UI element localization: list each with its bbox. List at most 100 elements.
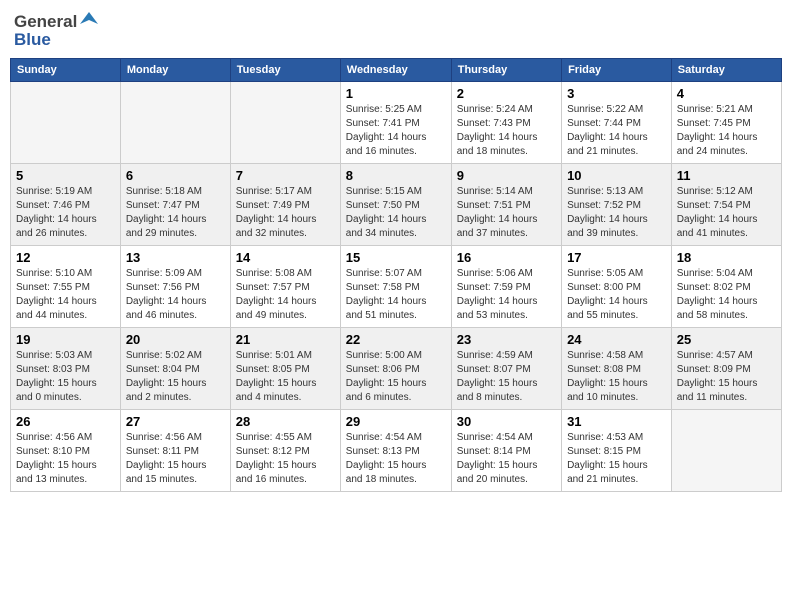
day-number: 15: [346, 250, 446, 265]
day-info: Sunrise: 5:05 AM Sunset: 8:00 PM Dayligh…: [567, 267, 666, 323]
day-number: 9: [457, 168, 556, 183]
day-number: 3: [567, 86, 666, 101]
calendar-cell: 29 Sunrise: 4:54 AM Sunset: 8:13 PM Dayli…: [340, 410, 451, 492]
day-number: 27: [126, 414, 225, 429]
calendar-cell: 21 Sunrise: 5:01 AM Sunset: 8:05 PM Dayli…: [230, 328, 340, 410]
logo: General Blue: [14, 10, 98, 50]
day-info: Sunrise: 5:12 AM Sunset: 7:54 PM Dayligh…: [677, 185, 776, 241]
day-number: 25: [677, 332, 776, 347]
day-number: 31: [567, 414, 666, 429]
calendar-cell: 14 Sunrise: 5:08 AM Sunset: 7:57 PM Dayli…: [230, 246, 340, 328]
day-number: 12: [16, 250, 115, 265]
day-number: 26: [16, 414, 115, 429]
calendar-cell: 30Sunrise: 4:54 AM Sunset: 8:14 PM Dayli…: [451, 410, 561, 492]
day-info: Sunrise: 5:01 AM Sunset: 8:05 PM Dayligh…: [236, 349, 335, 405]
day-info: Sunrise: 5:22 AM Sunset: 7:44 PM Dayligh…: [567, 103, 666, 159]
calendar-week-row: 5Sunrise: 5:19 AM Sunset: 7:46 PM Daylig…: [11, 164, 782, 246]
calendar-cell: 18Sunrise: 5:04 AM Sunset: 8:02 PM Dayli…: [671, 246, 781, 328]
calendar-cell: 25 Sunrise: 4:57 AM Sunset: 8:09 PM Dayli…: [671, 328, 781, 410]
day-header-monday: Monday: [120, 59, 230, 82]
calendar-cell: 2 Sunrise: 5:24 AM Sunset: 7:43 PM Daylig…: [451, 82, 561, 164]
day-header-thursday: Thursday: [451, 59, 561, 82]
day-info: Sunrise: 5:18 AM Sunset: 7:47 PM Dayligh…: [126, 185, 225, 241]
calendar-cell: 19 Sunrise: 5:03 AM Sunset: 8:03 PM Dayli…: [11, 328, 121, 410]
day-number: 21: [236, 332, 335, 347]
calendar-cell: 9 Sunrise: 5:14 AM Sunset: 7:51 PM Daylig…: [451, 164, 561, 246]
day-info: Sunrise: 5:06 AM Sunset: 7:59 PM Dayligh…: [457, 267, 556, 323]
day-number: 5: [16, 168, 115, 183]
day-number: 16: [457, 250, 556, 265]
day-info: Sunrise: 4:53 AM Sunset: 8:15 PM Dayligh…: [567, 431, 666, 487]
calendar-cell: [120, 82, 230, 164]
day-info: Sunrise: 4:56 AM Sunset: 8:10 PM Dayligh…: [16, 431, 115, 487]
calendar-cell: 10 Sunrise: 5:13 AM Sunset: 7:52 PM Dayli…: [562, 164, 672, 246]
day-info: Sunrise: 5:03 AM Sunset: 8:03 PM Dayligh…: [16, 349, 115, 405]
day-number: 20: [126, 332, 225, 347]
calendar-cell: 3 Sunrise: 5:22 AM Sunset: 7:44 PM Daylig…: [562, 82, 672, 164]
day-number: 14: [236, 250, 335, 265]
header: General Blue: [10, 10, 782, 50]
calendar-cell: 17 Sunrise: 5:05 AM Sunset: 8:00 PM Dayli…: [562, 246, 672, 328]
day-number: 6: [126, 168, 225, 183]
day-info: Sunrise: 4:56 AM Sunset: 8:11 PM Dayligh…: [126, 431, 225, 487]
day-header-wednesday: Wednesday: [340, 59, 451, 82]
calendar-cell: 1 Sunrise: 5:25 AM Sunset: 7:41 PM Daylig…: [340, 82, 451, 164]
calendar-cell: 16 Sunrise: 5:06 AM Sunset: 7:59 PM Dayli…: [451, 246, 561, 328]
calendar-cell: 27 Sunrise: 4:56 AM Sunset: 8:11 PM Dayli…: [120, 410, 230, 492]
day-info: Sunrise: 5:17 AM Sunset: 7:49 PM Dayligh…: [236, 185, 335, 241]
day-number: 24: [567, 332, 666, 347]
day-info: Sunrise: 4:54 AM Sunset: 8:13 PM Dayligh…: [346, 431, 446, 487]
day-number: 2: [457, 86, 556, 101]
day-info: Sunrise: 5:04 AM Sunset: 8:02 PM Dayligh…: [677, 267, 776, 323]
day-info: Sunrise: 5:14 AM Sunset: 7:51 PM Dayligh…: [457, 185, 556, 241]
calendar-cell: 23Sunrise: 4:59 AM Sunset: 8:07 PM Dayli…: [451, 328, 561, 410]
day-info: Sunrise: 4:59 AM Sunset: 8:07 PM Dayligh…: [457, 349, 556, 405]
calendar-cell: 11Sunrise: 5:12 AM Sunset: 7:54 PM Dayli…: [671, 164, 781, 246]
logo-blue: Blue: [14, 30, 51, 50]
day-number: 28: [236, 414, 335, 429]
calendar-cell: [230, 82, 340, 164]
calendar-cell: 15Sunrise: 5:07 AM Sunset: 7:58 PM Dayli…: [340, 246, 451, 328]
day-header-friday: Friday: [562, 59, 672, 82]
day-number: 19: [16, 332, 115, 347]
calendar-week-row: 12Sunrise: 5:10 AM Sunset: 7:55 PM Dayli…: [11, 246, 782, 328]
calendar-week-row: 1 Sunrise: 5:25 AM Sunset: 7:41 PM Daylig…: [11, 82, 782, 164]
day-info: Sunrise: 5:09 AM Sunset: 7:56 PM Dayligh…: [126, 267, 225, 323]
calendar-cell: [11, 82, 121, 164]
calendar-cell: [671, 410, 781, 492]
day-info: Sunrise: 4:58 AM Sunset: 8:08 PM Dayligh…: [567, 349, 666, 405]
day-info: Sunrise: 5:21 AM Sunset: 7:45 PM Dayligh…: [677, 103, 776, 159]
calendar-week-row: 26 Sunrise: 4:56 AM Sunset: 8:10 PM Dayli…: [11, 410, 782, 492]
day-number: 10: [567, 168, 666, 183]
calendar-cell: 28 Sunrise: 4:55 AM Sunset: 8:12 PM Dayli…: [230, 410, 340, 492]
day-number: 1: [346, 86, 446, 101]
logo-bird-icon: [80, 10, 98, 33]
day-number: 17: [567, 250, 666, 265]
day-number: 4: [677, 86, 776, 101]
day-number: 13: [126, 250, 225, 265]
day-info: Sunrise: 4:57 AM Sunset: 8:09 PM Dayligh…: [677, 349, 776, 405]
day-number: 29: [346, 414, 446, 429]
day-info: Sunrise: 5:25 AM Sunset: 7:41 PM Dayligh…: [346, 103, 446, 159]
day-header-sunday: Sunday: [11, 59, 121, 82]
day-header-tuesday: Tuesday: [230, 59, 340, 82]
calendar-cell: 24 Sunrise: 4:58 AM Sunset: 8:08 PM Dayli…: [562, 328, 672, 410]
calendar-cell: 12Sunrise: 5:10 AM Sunset: 7:55 PM Dayli…: [11, 246, 121, 328]
calendar-table: SundayMondayTuesdayWednesdayThursdayFrid…: [10, 58, 782, 492]
calendar-week-row: 19 Sunrise: 5:03 AM Sunset: 8:03 PM Dayli…: [11, 328, 782, 410]
day-info: Sunrise: 5:13 AM Sunset: 7:52 PM Dayligh…: [567, 185, 666, 241]
calendar-header-row: SundayMondayTuesdayWednesdayThursdayFrid…: [11, 59, 782, 82]
day-info: Sunrise: 5:24 AM Sunset: 7:43 PM Dayligh…: [457, 103, 556, 159]
day-info: Sunrise: 4:54 AM Sunset: 8:14 PM Dayligh…: [457, 431, 556, 487]
day-number: 7: [236, 168, 335, 183]
calendar-cell: 22 Sunrise: 5:00 AM Sunset: 8:06 PM Dayli…: [340, 328, 451, 410]
day-header-saturday: Saturday: [671, 59, 781, 82]
day-info: Sunrise: 4:55 AM Sunset: 8:12 PM Dayligh…: [236, 431, 335, 487]
day-number: 22: [346, 332, 446, 347]
calendar-cell: 8Sunrise: 5:15 AM Sunset: 7:50 PM Daylig…: [340, 164, 451, 246]
day-info: Sunrise: 5:00 AM Sunset: 8:06 PM Dayligh…: [346, 349, 446, 405]
calendar-cell: 5Sunrise: 5:19 AM Sunset: 7:46 PM Daylig…: [11, 164, 121, 246]
day-info: Sunrise: 5:15 AM Sunset: 7:50 PM Dayligh…: [346, 185, 446, 241]
day-info: Sunrise: 5:02 AM Sunset: 8:04 PM Dayligh…: [126, 349, 225, 405]
day-info: Sunrise: 5:08 AM Sunset: 7:57 PM Dayligh…: [236, 267, 335, 323]
